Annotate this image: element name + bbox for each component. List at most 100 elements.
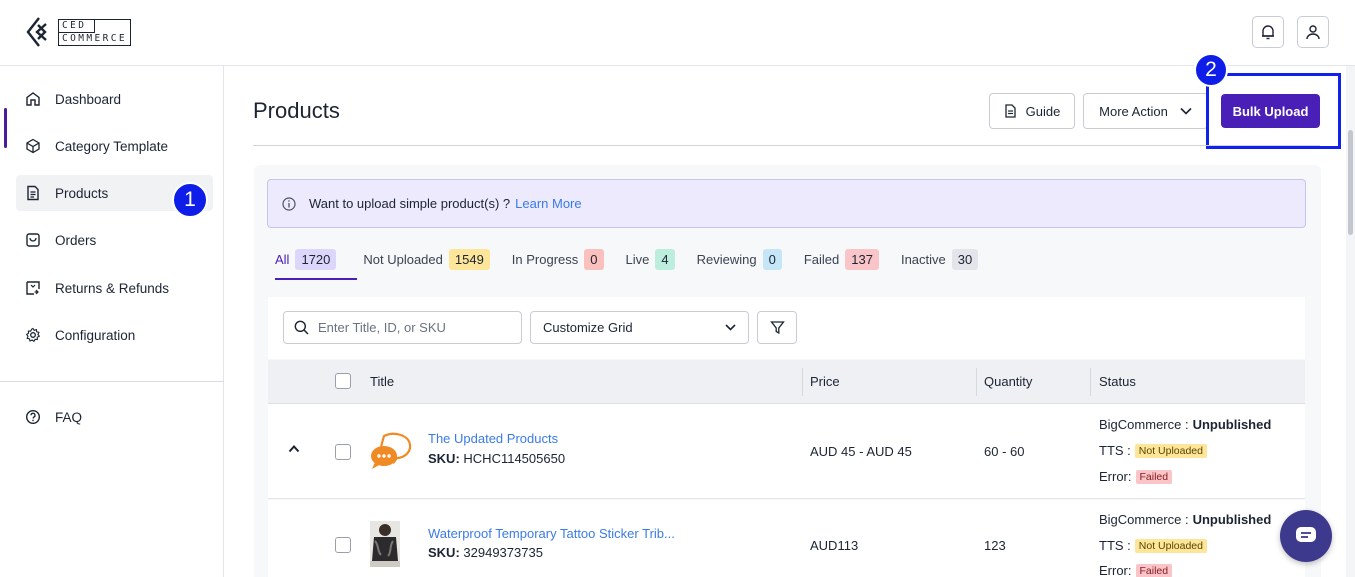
tab-failed[interactable]: Failed 137 [804,248,879,270]
more-action-dropdown[interactable]: More Action [1083,93,1208,129]
row-checkbox[interactable] [335,444,351,460]
top-bar: CED COMMERCE [0,0,1355,66]
tab-reviewing[interactable]: Reviewing 0 [697,248,782,270]
product-title-link[interactable]: The Updated Products [428,431,558,446]
filter-button[interactable] [757,311,797,344]
column-divider [802,368,803,396]
info-banner-text: Want to upload simple product(s) ? [309,196,511,211]
guide-doc-icon [1004,104,1016,118]
tab-all[interactable]: All 1720 [275,248,337,270]
user-icon [1306,25,1320,40]
chevron-down-icon [725,324,736,331]
chat-widget-button[interactable] [1280,510,1332,562]
bigcommerce-status-value: Unpublished [1192,417,1272,432]
sidebar-item-label: Configuration [55,327,136,343]
bigcommerce-label: BigCommerce : [1099,512,1189,527]
customize-grid-select[interactable]: Customize Grid [530,311,749,344]
notifications-button[interactable] [1252,16,1284,48]
column-status[interactable]: Status [1099,374,1136,389]
header-divider [253,145,1320,146]
status-tabs: All 1720 Not Uploaded 1549 In Progress 0… [275,248,1000,270]
error-status-badge[interactable]: Failed [1135,469,1173,484]
tab-label: Not Uploaded [363,251,443,267]
sidebar-item-returns-refunds[interactable]: Returns & Refunds [16,270,213,306]
search-field[interactable] [283,311,522,344]
logo-wordmark: CED COMMERCE [58,18,131,46]
sidebar-item-label: Dashboard [55,91,122,107]
column-quantity[interactable]: Quantity [984,374,1032,389]
bulk-upload-highlight [1206,73,1341,149]
tab-not-uploaded[interactable]: Not Uploaded 1549 [363,248,490,270]
table-header [268,360,1305,404]
sidebar-item-label: Orders [55,232,97,248]
guide-button-label: Guide [1025,103,1061,119]
search-icon [294,320,309,335]
tts-label: TTS : [1099,443,1131,458]
error-status-badge[interactable]: Failed [1135,563,1173,577]
select-all-checkbox[interactable] [335,373,351,389]
column-price[interactable]: Price [810,374,840,389]
quantity-cell: 60 - 60 [984,444,1025,459]
guide-button[interactable]: Guide [989,93,1075,129]
product-thumbnail [370,521,400,567]
price-cell: AUD 45 - AUD 45 [810,444,912,459]
sidebar-item-orders[interactable]: Orders [16,222,213,258]
tts-status: TTS : Not Uploaded [1099,538,1207,553]
tab-label: Live [625,251,650,267]
bigcommerce-status: BigCommerce : Unpublished [1099,512,1271,527]
sidebar-item-configuration[interactable]: Configuration [16,317,213,353]
active-nav-indicator [4,108,7,148]
column-title[interactable]: Title [370,374,394,389]
logo-mark-icon [26,17,47,47]
sku-value: HCHC114505650 [463,451,566,466]
chat-icon [1296,527,1316,542]
bell-icon [1262,25,1274,40]
bigcommerce-status-value: Unpublished [1192,512,1272,527]
tab-count: 30 [951,248,979,270]
sidebar-item-faq[interactable]: FAQ [16,399,213,435]
sidebar-item-label: Category Template [55,138,169,154]
product-thumbnail [371,432,412,469]
tab-live[interactable]: Live 4 [626,248,675,270]
tab-inactive[interactable]: Inactive 30 [900,248,979,270]
scrollbar-thumb[interactable] [1348,130,1353,235]
logo-line-1: CED [59,19,95,33]
page-title: Products [253,98,340,123]
sidebar-item-category-template[interactable]: Category Template [16,128,213,164]
chevron-down-icon [1180,107,1192,115]
step-2-badge: 2 [1194,53,1228,87]
cedcommerce-logo[interactable]: CED COMMERCE [25,15,131,49]
sku-label: SKU: [428,451,460,466]
tab-count: 137 [845,248,879,270]
cube-icon [25,138,41,154]
sidebar-item-label: FAQ [55,409,83,425]
sidebar-divider [0,381,224,382]
error-label: Error: [1099,563,1132,577]
more-action-label: More Action [1099,103,1168,119]
error-status: Error: Failed [1099,563,1173,577]
tts-status-badge: Not Uploaded [1134,443,1207,458]
tts-label: TTS : [1099,538,1131,553]
bigcommerce-status: BigCommerce : Unpublished [1099,417,1271,432]
learn-more-link[interactable]: Learn More [515,196,581,211]
tab-count: 1720 [295,248,337,270]
product-sku: SKU: 32949373735 [428,545,543,560]
step-1-badge: 1 [172,182,208,218]
tab-label: Inactive [900,251,946,267]
filter-icon [769,321,785,335]
user-menu-button[interactable] [1297,16,1329,48]
row-checkbox[interactable] [335,537,351,553]
tab-in-progress[interactable]: In Progress 0 [512,248,604,270]
chevron-up-icon[interactable] [288,444,300,453]
bigcommerce-label: BigCommerce : [1099,417,1189,432]
error-label: Error: [1099,469,1132,484]
tab-label: All [275,251,290,267]
search-input[interactable] [318,320,498,335]
sidebar: Dashboard Category Template Products Ord… [0,66,224,577]
gear-icon [25,327,41,343]
sidebar-item-dashboard[interactable]: Dashboard [16,81,213,117]
sku-value: 32949373735 [463,545,543,560]
box-icon [25,232,41,248]
product-title-link[interactable]: Waterproof Temporary Tattoo Sticker Trib… [428,526,675,541]
error-status: Error: Failed [1099,469,1173,484]
